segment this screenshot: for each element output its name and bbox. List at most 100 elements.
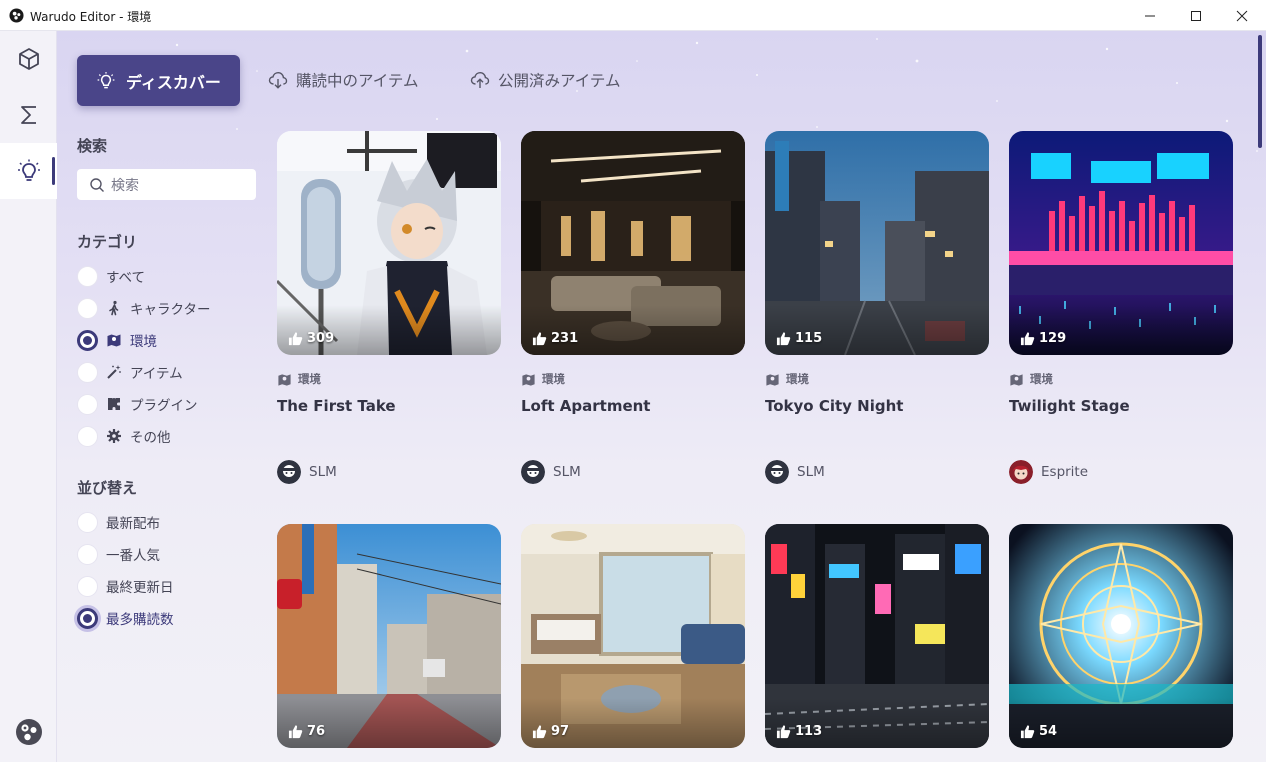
sort-option-updated[interactable]: 最終更新日 — [77, 575, 174, 597]
card-thumbnail[interactable]: 309 — [277, 131, 501, 355]
sort-label: 最多購読数 — [106, 612, 174, 628]
radio-button[interactable] — [77, 425, 98, 447]
like-count-value: 54 — [1039, 724, 1058, 739]
maximize-icon — [1191, 10, 1201, 21]
like-count: 129 — [1020, 331, 1066, 346]
category-label: その他 — [130, 430, 171, 446]
radio-button-checked[interactable] — [77, 607, 98, 629]
category-option-other[interactable]: その他 — [77, 425, 171, 447]
radio-button[interactable] — [77, 575, 98, 597]
author-name: SLM — [797, 464, 825, 480]
like-count-value: 129 — [1039, 331, 1067, 346]
lightbulb-icon — [97, 71, 115, 88]
card-title[interactable]: Loft Apartment — [521, 397, 650, 415]
card-category-label: 環境 — [1030, 372, 1053, 386]
category-label: キャラクター — [130, 302, 211, 318]
thumbs-up-icon — [532, 725, 547, 739]
avatar — [521, 460, 545, 484]
thumbs-up-icon — [532, 332, 547, 346]
card-thumbnail[interactable]: 76 — [277, 524, 501, 748]
category-label: すべて — [106, 270, 146, 286]
thumbnail-image-apartment-room — [521, 524, 745, 748]
thumbnail-image-loft-apartment — [521, 131, 745, 355]
card-category: 環境 — [277, 371, 321, 387]
category-option-plugin[interactable]: プラグイン — [77, 393, 198, 415]
card-category-label: 環境 — [786, 372, 809, 386]
radio-button[interactable] — [77, 511, 98, 533]
card-author[interactable]: Esprite — [1009, 460, 1088, 484]
warudo-logo-icon — [9, 8, 24, 23]
radio-button[interactable] — [77, 543, 98, 565]
cube-icon — [18, 48, 39, 70]
gear-icon — [106, 428, 122, 444]
thumbnail-image-tokyo-city-night — [765, 131, 989, 355]
navigation-rail — [0, 31, 57, 762]
category-option-all[interactable]: すべて — [77, 265, 145, 287]
like-count-value: 97 — [551, 724, 570, 739]
map-icon — [766, 373, 779, 386]
category-label: プラグイン — [130, 398, 198, 414]
like-count-value: 113 — [795, 724, 823, 739]
thumbs-up-icon — [776, 725, 791, 739]
rail-item-discover[interactable] — [0, 143, 57, 199]
card-thumbnail[interactable]: 129 — [1009, 131, 1233, 355]
warudo-logo-icon[interactable] — [15, 718, 43, 746]
category-option-character[interactable]: キャラクター — [77, 297, 210, 319]
category-label: アイテム — [130, 366, 183, 382]
card-title[interactable]: The First Take — [277, 397, 396, 415]
card-title[interactable]: Twilight Stage — [1009, 397, 1130, 415]
rail-item-assets[interactable] — [0, 31, 57, 87]
like-count-value: 309 — [307, 331, 335, 346]
card-author[interactable]: SLM — [765, 460, 825, 484]
card-thumbnail[interactable]: 97 — [521, 524, 745, 748]
minimize-button[interactable] — [1127, 0, 1173, 31]
minimize-icon — [1145, 15, 1155, 16]
sort-option-most-subscribed[interactable]: 最多購読数 — [77, 607, 174, 629]
card-author[interactable]: SLM — [277, 460, 337, 484]
category-option-item[interactable]: アイテム — [77, 361, 183, 383]
search-input[interactable]: 検索 — [77, 169, 256, 200]
card-thumbnail[interactable]: 231 — [521, 131, 745, 355]
card-thumbnail[interactable]: 54 — [1009, 524, 1233, 748]
sigma-icon — [20, 106, 36, 124]
puzzle-icon — [106, 396, 122, 412]
radio-button[interactable] — [77, 393, 98, 415]
maximize-button[interactable] — [1173, 0, 1219, 31]
radio-button[interactable] — [77, 297, 98, 319]
tab-published[interactable]: 公開済みアイテム — [470, 69, 620, 91]
radio-button[interactable] — [77, 361, 98, 383]
map-icon — [522, 373, 535, 386]
tab-discover[interactable]: ディスカバー — [77, 55, 240, 106]
category-section-title: カテゴリ — [77, 233, 138, 251]
radio-button-checked[interactable] — [77, 329, 98, 351]
category-option-environment[interactable]: 環境 — [77, 329, 157, 351]
walking-person-icon — [106, 300, 122, 316]
like-count-value: 76 — [307, 724, 326, 739]
thumbnail-image-twilight-stage — [1009, 131, 1233, 355]
radio-button[interactable] — [77, 265, 98, 287]
card-title[interactable]: Tokyo City Night — [765, 397, 903, 415]
card-thumbnail[interactable]: 113 — [765, 524, 989, 748]
thumbs-up-icon — [1020, 725, 1035, 739]
search-icon — [90, 177, 104, 192]
avatar — [277, 460, 301, 484]
rail-item-blueprints[interactable] — [0, 87, 57, 143]
sort-option-popular[interactable]: 一番人気 — [77, 543, 160, 565]
like-count: 54 — [1020, 724, 1057, 739]
sort-option-newest[interactable]: 最新配布 — [77, 511, 160, 533]
window-title: Warudo Editor - 環境 — [30, 10, 152, 24]
scrollbar-thumb[interactable] — [1258, 35, 1262, 148]
close-button[interactable] — [1219, 0, 1265, 31]
category-label: 環境 — [130, 334, 157, 350]
thumbnail-image-magic-circle-stage — [1009, 524, 1233, 748]
card-thumbnail[interactable]: 115 — [765, 131, 989, 355]
card-category: 環境 — [521, 371, 565, 387]
author-name: SLM — [553, 464, 581, 480]
like-count: 309 — [288, 331, 334, 346]
thumbnail-image-the-first-take — [277, 131, 501, 355]
tab-subscribed[interactable]: 購読中のアイテム — [268, 69, 418, 91]
sort-section-title: 並び替え — [77, 479, 138, 497]
sort-label: 一番人気 — [106, 548, 160, 564]
card-author[interactable]: SLM — [521, 460, 581, 484]
tab-subscribed-label: 購読中のアイテム — [296, 72, 419, 90]
